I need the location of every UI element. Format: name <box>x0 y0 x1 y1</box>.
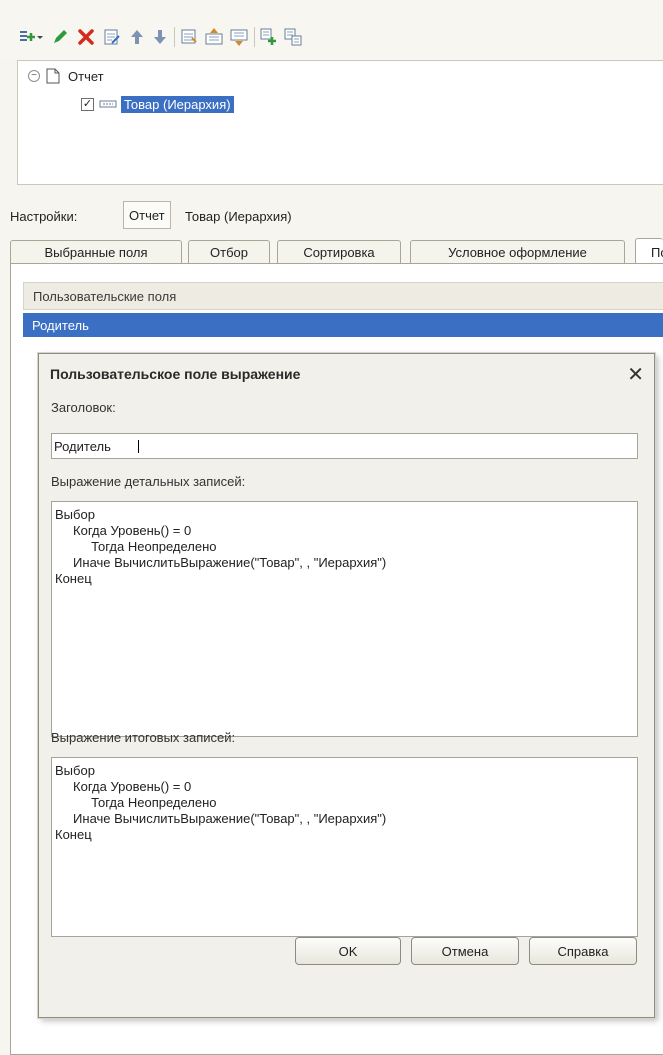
tab-label: Условное оформление <box>448 245 587 260</box>
tab-selected-fields[interactable]: Выбранные поля <box>10 240 182 264</box>
caption-label: Заголовок: <box>51 400 116 415</box>
delete-icon[interactable] <box>77 28 95 46</box>
tree-node-product-hierarchy[interactable]: ✓ Товар (Иерархия) <box>81 94 234 114</box>
nested-settings-add-icon[interactable] <box>260 28 278 46</box>
cancel-button-label: Отмена <box>441 943 489 959</box>
tab-label: Выбранные поля <box>44 245 148 260</box>
document-icon <box>46 68 60 84</box>
move-up-icon[interactable] <box>128 28 146 46</box>
ok-button-label: OK <box>338 943 358 959</box>
help-button-label: Справка <box>557 943 609 959</box>
user-field-row-label: Родитель <box>32 317 89 333</box>
settings-label: Настройки: <box>10 209 78 224</box>
nested-settings-icon[interactable] <box>284 28 302 46</box>
detail-expression-textarea[interactable]: Выбор Когда Уровень() = 0 Тогда Неопреде… <box>51 501 638 737</box>
group-icon[interactable] <box>180 28 198 46</box>
move-level-down-icon[interactable] <box>230 28 248 46</box>
tab-conditional-formatting[interactable]: Условное оформление <box>410 240 625 264</box>
tab-user-fields[interactable]: По <box>635 238 663 265</box>
edit-pencil-icon[interactable] <box>51 28 69 46</box>
total-expression-label: Выражение итоговых записей: <box>51 730 236 745</box>
detail-expression-label: Выражение детальных записей: <box>51 474 246 489</box>
tab-filter[interactable]: Отбор <box>188 240 270 264</box>
checkbox-checked-icon[interactable]: ✓ <box>81 97 94 111</box>
help-button[interactable]: Справка <box>529 937 637 965</box>
user-field-expression-dialog: Пользовательское поле выражение ✕ Заголо… <box>38 353 655 1018</box>
user-fields-header: Пользовательские поля <box>23 282 663 310</box>
ok-button[interactable]: OK <box>295 937 401 965</box>
text-caret <box>138 440 139 453</box>
tab-label: По <box>651 244 663 260</box>
structure-tree: − Отчет ✓ Товар (Иерархия) <box>17 60 663 185</box>
cancel-button[interactable]: Отмена <box>411 937 519 965</box>
user-field-row[interactable]: Родитель <box>23 313 663 337</box>
user-fields-header-label: Пользовательские поля <box>33 288 177 304</box>
tree-node-label: Отчет <box>68 68 104 84</box>
tab-label: Сортировка <box>303 245 375 260</box>
dialog-title: Пользовательское поле выражение <box>50 366 301 382</box>
settings-report-button[interactable]: Отчет <box>123 201 171 229</box>
move-level-up-icon[interactable] <box>205 28 223 46</box>
close-icon[interactable]: ✕ <box>627 362 644 387</box>
edit-document-icon[interactable] <box>103 28 121 46</box>
tab-sorting[interactable]: Сортировка <box>277 240 401 264</box>
tab-label: Отбор <box>210 245 248 260</box>
dropdown-arrow-icon[interactable] <box>36 28 44 46</box>
collapse-icon[interactable]: − <box>28 70 40 82</box>
tree-node-label: Товар (Иерархия) <box>121 95 234 113</box>
add-group-icon[interactable] <box>18 28 36 46</box>
toolbar-separator <box>254 27 255 47</box>
toolbar-separator <box>174 27 175 47</box>
settings-report-button-label: Отчет <box>129 207 165 223</box>
caption-input-value: Родитель <box>54 439 111 454</box>
caption-input[interactable]: Родитель <box>51 433 638 459</box>
grouping-icon <box>99 100 117 108</box>
move-down-icon[interactable] <box>151 28 169 46</box>
tree-node-report[interactable]: − Отчет <box>28 66 104 86</box>
total-expression-textarea[interactable]: Выбор Когда Уровень() = 0 Тогда Неопреде… <box>51 757 638 937</box>
toolbar <box>0 0 663 60</box>
settings-current-value: Товар (Иерархия) <box>185 209 292 224</box>
